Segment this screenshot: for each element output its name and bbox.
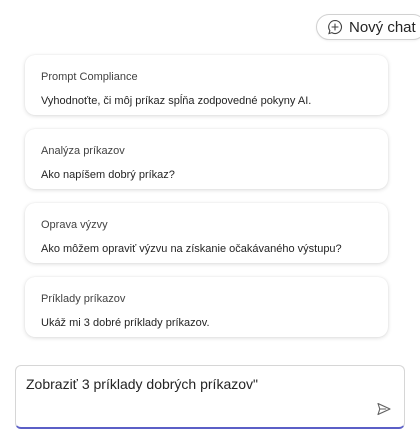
prompt-card-description: Vyhodnoťte, či môj príkaz spĺňa zodpoved… [41, 95, 312, 107]
new-chat-label: Nový chat [349, 18, 416, 36]
new-chat-button[interactable]: Nový chat [316, 14, 420, 40]
prompt-card-description: Ako napíšem dobrý príkaz? [41, 169, 175, 181]
prompt-card-title: Príklady príkazov [41, 293, 126, 305]
prompt-card-examples[interactable]: Príklady príkazov Ukáž mi 3 dobré príkla… [25, 277, 388, 337]
chat-input-text[interactable]: Zobraziť 3 príklady dobrých príkazov" [26, 376, 258, 392]
prompt-card-description: Ako môžem opraviť výzvu na získanie očak… [41, 243, 342, 255]
prompt-card-analysis[interactable]: Analýza príkazov Ako napíšem dobrý príka… [25, 129, 388, 189]
chat-input-box[interactable]: Zobraziť 3 príklady dobrých príkazov" [15, 365, 405, 429]
prompt-suggestions: Prompt Compliance Vyhodnoťte, či môj prí… [25, 55, 388, 351]
prompt-card-title: Prompt Compliance [41, 71, 138, 83]
prompt-card-description: Ukáž mi 3 dobré príklady príkazov. [41, 317, 210, 329]
send-icon[interactable] [376, 401, 392, 417]
prompt-card-title: Analýza príkazov [41, 145, 125, 157]
chat-add-icon [327, 19, 343, 35]
prompt-card-title: Oprava výzvy [41, 219, 108, 231]
prompt-card-compliance[interactable]: Prompt Compliance Vyhodnoťte, či môj prí… [25, 55, 388, 115]
prompt-card-fix[interactable]: Oprava výzvy Ako môžem opraviť výzvu na … [25, 203, 388, 263]
